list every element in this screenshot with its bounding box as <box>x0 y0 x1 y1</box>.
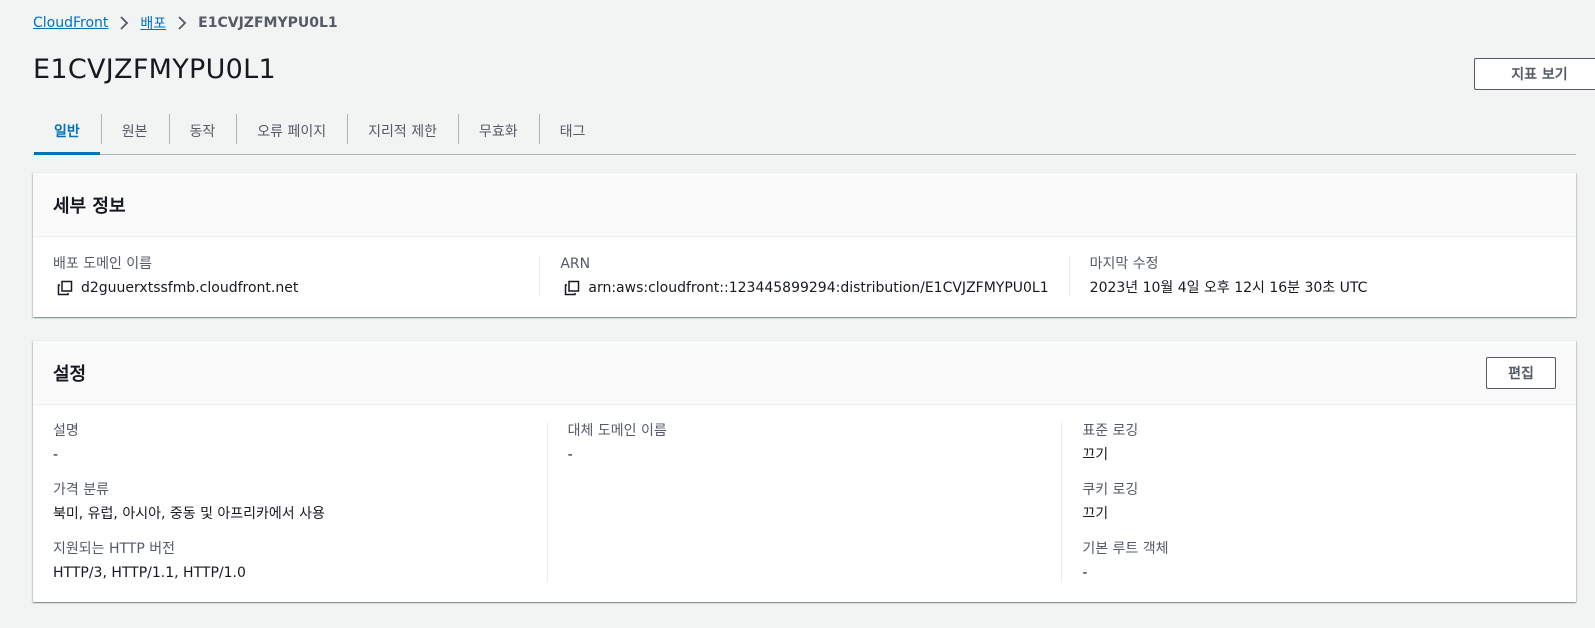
page-title: E1CVJZFMYPU0L1 <box>33 54 276 85</box>
details-col-arn: ARN arn:aws:cloudfront::123445899294:dis… <box>539 255 1068 297</box>
breadcrumb: CloudFront 배포 E1CVJZFMYPU0L1 <box>33 13 338 33</box>
tab-tags[interactable]: 태그 <box>538 107 607 154</box>
settings-header: 설정 편집 <box>33 341 1576 405</box>
settings-col-1: 설명 - 가격 분류 북미, 유럽, 아시아, 중동 및 아프리카에서 사용 지… <box>33 422 547 582</box>
settings-col-2: 대체 도메인 이름 - <box>546 422 1062 582</box>
http-versions-value: HTTP/3, HTTP/1.1, HTTP/1.0 <box>53 565 246 581</box>
details-header: 세부 정보 <box>33 173 1576 237</box>
chevron-right-icon <box>120 16 129 30</box>
price-class-value: 북미, 유럽, 아시아, 중동 및 아프리카에서 사용 <box>53 506 325 522</box>
tab-origins[interactable]: 원본 <box>100 107 169 154</box>
alt-domain-value: - <box>567 447 573 463</box>
arn-value: arn:aws:cloudfront::123445899294:distrib… <box>588 280 1049 296</box>
chevron-right-icon <box>178 16 187 30</box>
description-label: 설명 <box>53 423 79 439</box>
tab-behaviors[interactable]: 동작 <box>168 107 237 154</box>
http-versions-label: 지원되는 HTTP 버전 <box>53 541 176 557</box>
tab-bar: 일반 원본 동작 오류 페이지 지리적 제한 무효화 태그 <box>33 107 1576 155</box>
breadcrumb-distributions-link[interactable]: 배포 <box>140 13 166 33</box>
breadcrumb-cloudfront-link[interactable]: CloudFront <box>33 15 108 31</box>
settings-panel: 설정 편집 설명 - 가격 분류 북미, 유럽, 아시아, 중동 및 아프리카에… <box>33 340 1576 602</box>
settings-col-3: 표준 로깅 끄기 쿠키 로깅 끄기 기본 루트 객체 - <box>1061 422 1576 582</box>
tab-general[interactable]: 일반 <box>33 107 101 155</box>
tab-geo-restriction[interactable]: 지리적 제한 <box>347 107 458 154</box>
details-col-modified: 마지막 수정 2023년 10월 4일 오후 12시 16분 30초 UTC <box>1068 255 1576 297</box>
default-root-object-value: - <box>1082 565 1088 581</box>
edit-button[interactable]: 편집 <box>1486 356 1556 389</box>
last-modified-value: 2023년 10월 4일 오후 12시 16분 30초 UTC <box>1089 280 1368 296</box>
price-class-label: 가격 분류 <box>53 482 109 498</box>
description-value: - <box>53 447 59 463</box>
copy-icon[interactable] <box>57 280 73 296</box>
breadcrumb-current: E1CVJZFMYPU0L1 <box>198 15 338 31</box>
arn-label: ARN <box>560 256 591 272</box>
details-panel: 세부 정보 배포 도메인 이름 d2guuerxtssfmb.cloudfron… <box>33 172 1576 317</box>
domain-label: 배포 도메인 이름 <box>53 256 153 272</box>
view-metrics-button[interactable]: 지표 보기 <box>1474 58 1595 90</box>
cookie-logging-label: 쿠키 로깅 <box>1082 482 1139 498</box>
settings-title: 설정 <box>53 363 87 385</box>
copy-icon[interactable] <box>564 280 580 296</box>
alt-domain-label: 대체 도메인 이름 <box>567 423 667 439</box>
details-title: 세부 정보 <box>53 195 126 217</box>
last-modified-label: 마지막 수정 <box>1089 256 1159 272</box>
domain-value: d2guuerxtssfmb.cloudfront.net <box>81 280 299 296</box>
default-root-object-label: 기본 루트 객체 <box>1082 541 1169 557</box>
tab-error-pages[interactable]: 오류 페이지 <box>236 107 347 154</box>
details-col-domain: 배포 도메인 이름 d2guuerxtssfmb.cloudfront.net <box>33 255 539 297</box>
tab-invalidations[interactable]: 무효화 <box>458 107 539 154</box>
cookie-logging-value: 끄기 <box>1082 506 1109 522</box>
standard-logging-value: 끄기 <box>1082 447 1109 463</box>
standard-logging-label: 표준 로깅 <box>1082 423 1139 439</box>
